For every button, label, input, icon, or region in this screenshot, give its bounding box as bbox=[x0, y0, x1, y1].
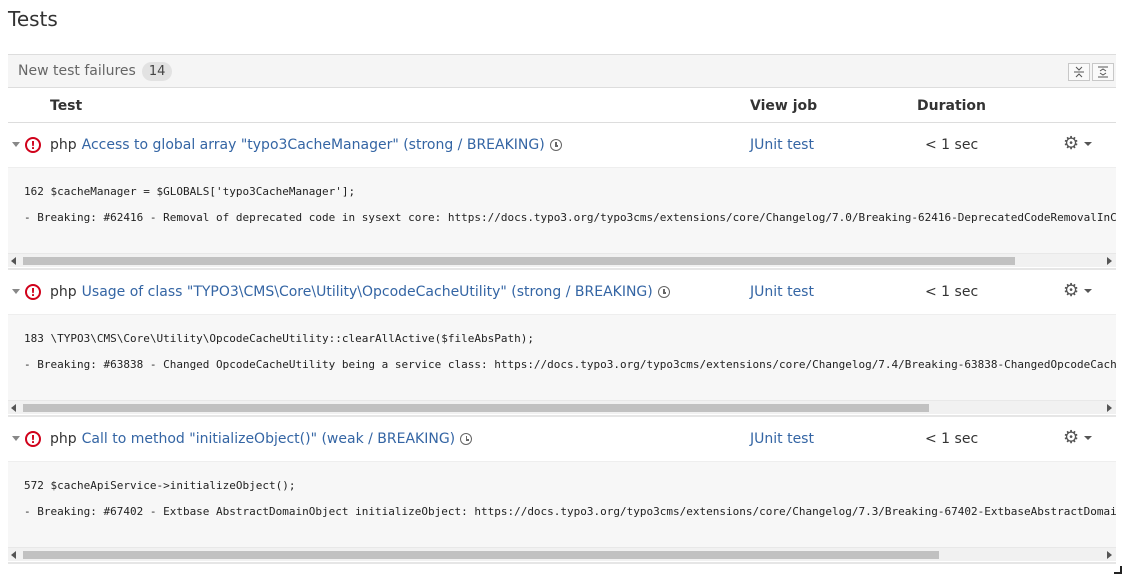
test-duration: < 1 sec bbox=[925, 137, 979, 153]
expand-all-button[interactable] bbox=[1092, 63, 1114, 81]
test-link[interactable]: Call to method "initializeObject()" (wea… bbox=[82, 431, 455, 447]
row-settings-menu[interactable]: ⚙ bbox=[1063, 133, 1093, 154]
test-row-header: ! php Call to method "initializeObject()… bbox=[8, 417, 1116, 462]
column-header-duration[interactable]: Duration bbox=[917, 98, 986, 114]
gear-icon: ⚙ bbox=[1063, 133, 1080, 154]
test-language: php bbox=[50, 284, 77, 300]
failure-message: - Breaking: #62416 - Removal of deprecat… bbox=[24, 211, 1116, 224]
failure-message: - Breaking: #63838 - Changed OpcodeCache… bbox=[24, 358, 1116, 371]
clock-icon[interactable] bbox=[657, 286, 670, 298]
failure-details: 162 $cacheManager = $GLOBALS['typo3Cache… bbox=[8, 168, 1116, 253]
failure-code-line: 572 $cacheApiService->initializeObject()… bbox=[24, 479, 296, 492]
scrollbar-thumb[interactable] bbox=[23, 404, 929, 412]
table-header: Test View job Duration bbox=[8, 88, 1116, 123]
failure-message: - Breaking: #67402 - Extbase AbstractDom… bbox=[24, 505, 1116, 518]
resize-handle[interactable] bbox=[1114, 566, 1122, 574]
scrollbar-thumb[interactable] bbox=[23, 551, 940, 559]
test-language: php bbox=[50, 137, 77, 153]
horizontal-scrollbar[interactable] bbox=[8, 547, 1116, 561]
error-icon: ! bbox=[25, 431, 41, 447]
test-row-header: ! php Access to global array "typo3Cache… bbox=[8, 123, 1116, 168]
scroll-right-icon[interactable] bbox=[1107, 404, 1112, 412]
failure-count-badge: 14 bbox=[141, 61, 173, 81]
test-failures-panel: New test failures 14 Test View job Durat… bbox=[8, 54, 1116, 572]
scroll-left-icon[interactable] bbox=[11, 404, 16, 412]
test-name: php Access to global array "typo3CacheMa… bbox=[50, 137, 562, 153]
test-row: ! php Call to method "initializeObject()… bbox=[8, 417, 1116, 564]
collapse-all-icon bbox=[1074, 66, 1084, 78]
column-header-test[interactable]: Test bbox=[50, 98, 82, 114]
gear-icon: ⚙ bbox=[1063, 280, 1080, 301]
expand-all-icon bbox=[1098, 66, 1108, 78]
chevron-down-icon bbox=[1084, 288, 1093, 293]
clock-icon[interactable] bbox=[549, 139, 562, 151]
column-header-view-job[interactable]: View job bbox=[750, 98, 817, 114]
panel-title: New test failures bbox=[18, 63, 136, 79]
chevron-down-icon bbox=[1084, 141, 1093, 146]
header-buttons bbox=[1068, 63, 1114, 81]
panel-header[interactable]: New test failures 14 bbox=[8, 54, 1116, 88]
test-name: php Usage of class "TYPO3\CMS\Core\Utili… bbox=[50, 284, 670, 300]
test-row: ! php Usage of class "TYPO3\CMS\Core\Uti… bbox=[8, 270, 1116, 417]
test-link[interactable]: Usage of class "TYPO3\CMS\Core\Utility\O… bbox=[82, 284, 653, 300]
test-language: php bbox=[50, 431, 77, 447]
error-icon: ! bbox=[25, 284, 41, 300]
page-title: Tests bbox=[8, 7, 58, 31]
scrollbar-thumb[interactable] bbox=[23, 257, 1015, 265]
scroll-right-icon[interactable] bbox=[1107, 551, 1112, 559]
failure-code-line: 183 \TYPO3\CMS\Core\Utility\OpcodeCacheU… bbox=[24, 332, 534, 345]
test-name: php Call to method "initializeObject()" … bbox=[50, 431, 473, 447]
collapse-caret-icon[interactable] bbox=[12, 436, 20, 441]
test-link[interactable]: Access to global array "typo3CacheManage… bbox=[82, 137, 545, 153]
test-row: ! php Access to global array "typo3Cache… bbox=[8, 123, 1116, 270]
test-row-header: ! php Usage of class "TYPO3\CMS\Core\Uti… bbox=[8, 270, 1116, 315]
collapse-all-button[interactable] bbox=[1068, 63, 1090, 81]
collapse-caret-icon[interactable] bbox=[12, 142, 20, 147]
scroll-left-icon[interactable] bbox=[11, 257, 16, 265]
horizontal-scrollbar[interactable] bbox=[8, 400, 1116, 414]
row-settings-menu[interactable]: ⚙ bbox=[1063, 427, 1093, 448]
gear-icon: ⚙ bbox=[1063, 427, 1080, 448]
test-duration: < 1 sec bbox=[925, 431, 979, 447]
failure-code-line: 162 $cacheManager = $GLOBALS['typo3Cache… bbox=[24, 185, 356, 198]
view-job-link[interactable]: JUnit test bbox=[750, 284, 814, 300]
failure-details: 572 $cacheApiService->initializeObject()… bbox=[8, 462, 1116, 547]
scroll-right-icon[interactable] bbox=[1107, 257, 1112, 265]
scroll-left-icon[interactable] bbox=[11, 551, 16, 559]
test-duration: < 1 sec bbox=[925, 284, 979, 300]
row-settings-menu[interactable]: ⚙ bbox=[1063, 280, 1093, 301]
view-job-link[interactable]: JUnit test bbox=[750, 431, 814, 447]
view-job-link[interactable]: JUnit test bbox=[750, 137, 814, 153]
failure-details: 183 \TYPO3\CMS\Core\Utility\OpcodeCacheU… bbox=[8, 315, 1116, 400]
error-icon: ! bbox=[25, 137, 41, 153]
chevron-down-icon bbox=[1084, 435, 1093, 440]
clock-icon[interactable] bbox=[460, 433, 473, 445]
horizontal-scrollbar[interactable] bbox=[8, 253, 1116, 267]
collapse-caret-icon[interactable] bbox=[12, 289, 20, 294]
